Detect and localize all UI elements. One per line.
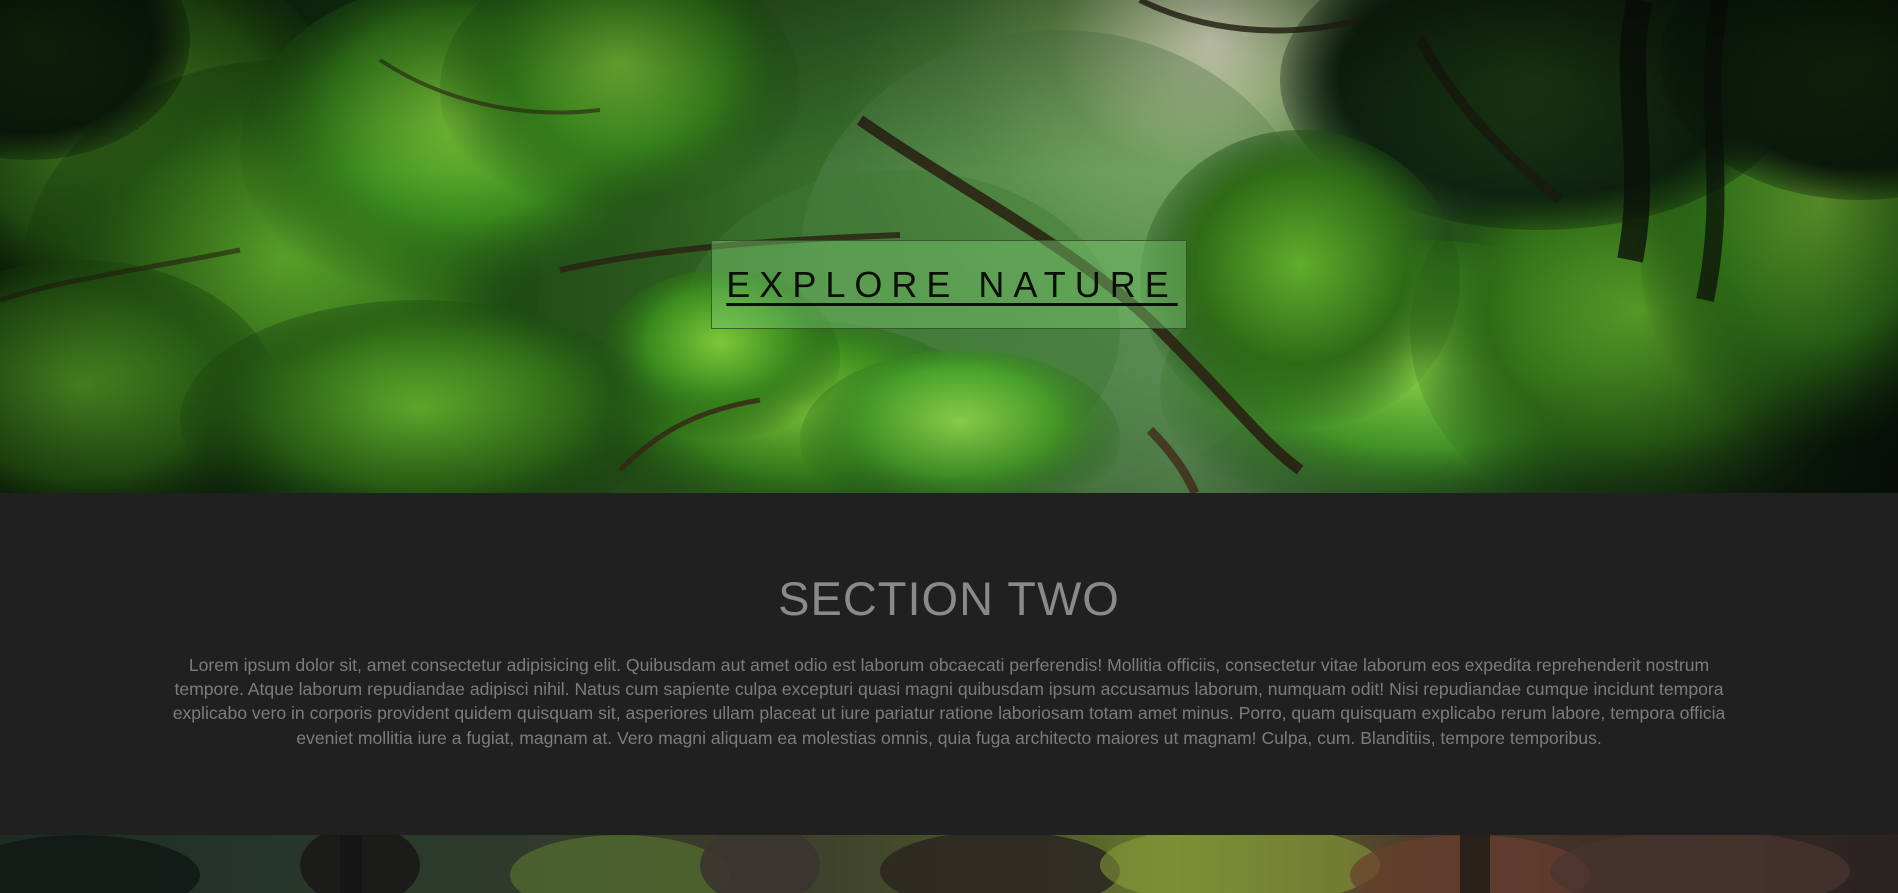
- hero-title-box: EXPLORE NATURE: [711, 240, 1187, 329]
- page: EXPLORE NATURE SECTION TWO Lorem ipsum d…: [0, 0, 1898, 893]
- explore-nature-link[interactable]: EXPLORE NATURE: [720, 264, 1177, 306]
- section-two-body-text: Lorem ipsum dolor sit, amet consectetur …: [172, 655, 1726, 748]
- section-two-heading: SECTION TWO: [778, 572, 1120, 625]
- bottom-forest-image: [0, 835, 1898, 893]
- forest-floor-image: [0, 835, 1850, 893]
- section-two: SECTION TWO Lorem ipsum dolor sit, amet …: [0, 493, 1898, 835]
- hero-forest-image: EXPLORE NATURE: [0, 0, 1898, 493]
